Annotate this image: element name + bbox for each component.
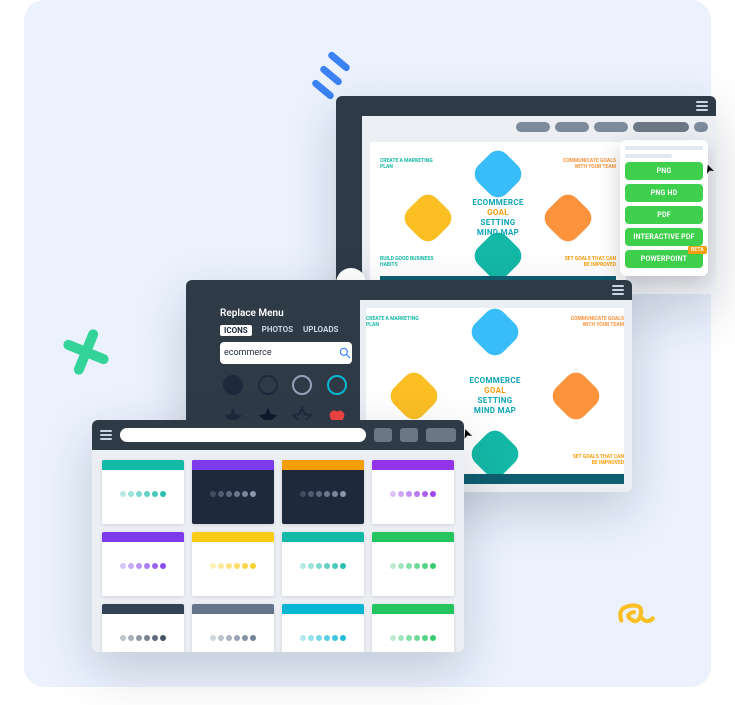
- icon-result-circle-solid[interactable]: [220, 372, 246, 398]
- tab-photos[interactable]: PHOTOS: [262, 325, 293, 336]
- template-card[interactable]: [102, 460, 184, 524]
- mindmap-title: ECOMMERCE GOAL SETTING MIND MAP: [469, 376, 520, 416]
- download-option-powerpoint[interactable]: POWERPOINT: [625, 250, 703, 268]
- mindmap-title: ECOMMERCE GOAL SETTING MIND MAP: [472, 198, 523, 238]
- replace-tabs: ICONS PHOTOS UPLOADS: [220, 325, 352, 336]
- icon-search[interactable]: [220, 342, 352, 364]
- decorative-plus: [55, 321, 117, 383]
- menu-placeholder-line: [625, 146, 703, 150]
- decorative-squiggle: [615, 589, 657, 631]
- mindmap-label-bottom-right: SET GOALS THAT CAN BE IMPROVED: [560, 256, 616, 268]
- template-card[interactable]: [372, 604, 454, 652]
- toolbar-button[interactable]: [426, 428, 456, 442]
- template-gallery-window: [92, 420, 464, 652]
- icon-result-circle-outline-light[interactable]: [289, 372, 315, 398]
- window-titlebar: [92, 420, 464, 450]
- mindmap-label-top-right: COMMUNICATE GOALS WITH YOUR TEAM: [568, 316, 624, 328]
- mindmap-label-bottom-left: BUILD GOOD BUSINESS HABITS: [380, 256, 436, 268]
- icon-result-circle-outline[interactable]: [255, 372, 281, 398]
- replace-panel-title: Replace Menu: [220, 308, 352, 319]
- toolbar-pill[interactable]: [594, 122, 628, 132]
- toolbar-button[interactable]: [400, 428, 418, 442]
- hamburger-icon[interactable]: [100, 430, 112, 440]
- download-option-interactive-pdf[interactable]: INTERACTIVE PDF: [625, 228, 703, 246]
- editor-toolbar: [516, 122, 708, 132]
- template-card[interactable]: [282, 604, 364, 652]
- toolbar-pill[interactable]: [555, 122, 589, 132]
- template-card[interactable]: [192, 460, 274, 524]
- template-card[interactable]: [192, 604, 274, 652]
- mindmap-design: ECOMMERCE GOAL SETTING MIND MAP CREATE A…: [380, 150, 616, 286]
- toolbar-pill[interactable]: [516, 122, 550, 132]
- download-button[interactable]: [633, 122, 689, 132]
- tab-uploads[interactable]: UPLOADS: [303, 325, 338, 336]
- petal-right: [540, 190, 597, 247]
- illustration-stage: ECOMMERCE GOAL SETTING MIND MAP CREATE A…: [24, 0, 711, 687]
- download-option-png-hd[interactable]: PNG HD: [625, 184, 703, 202]
- editor-download-window: ECOMMERCE GOAL SETTING MIND MAP CREATE A…: [336, 96, 716, 294]
- template-card[interactable]: [372, 460, 454, 524]
- petal-top: [470, 146, 527, 203]
- download-option-pdf[interactable]: PDF: [625, 206, 703, 224]
- mindmap-label-top-left: CREATE A MARKETING PLAN: [380, 158, 436, 170]
- template-grid: [92, 450, 464, 652]
- toolbar-button[interactable]: [374, 428, 392, 442]
- menu-placeholder-line: [625, 154, 672, 158]
- download-menu: PNG PNG HD PDF INTERACTIVE PDF POWERPOIN…: [620, 140, 708, 276]
- editor-canvas[interactable]: ECOMMERCE GOAL SETTING MIND MAP CREATE A…: [370, 142, 626, 294]
- template-card[interactable]: [282, 460, 364, 524]
- toolbar-pill[interactable]: [694, 122, 708, 132]
- search-input[interactable]: [224, 348, 338, 358]
- mindmap-label-top-right: COMMUNICATE GOALS WITH YOUR TEAM: [560, 158, 616, 170]
- window-titlebar: [186, 280, 632, 300]
- template-card[interactable]: [192, 532, 274, 596]
- template-card[interactable]: [372, 532, 454, 596]
- hamburger-icon[interactable]: [696, 101, 708, 111]
- mindmap-label-top-left: CREATE A MARKETING PLAN: [366, 316, 422, 328]
- icon-result-circle-outline-cyan[interactable]: [324, 372, 350, 398]
- decorative-dashes: [314, 58, 358, 94]
- template-card[interactable]: [102, 604, 184, 652]
- petal-left: [386, 368, 443, 425]
- mindmap-label-bottom-right: SET GOALS THAT CAN BE IMPROVED: [568, 454, 624, 466]
- tab-icons[interactable]: ICONS: [220, 325, 252, 336]
- petal-top: [467, 304, 524, 361]
- petal-right: [548, 368, 605, 425]
- search-icon[interactable]: [338, 345, 352, 361]
- gallery-search-input[interactable]: [120, 428, 366, 442]
- template-card[interactable]: [102, 532, 184, 596]
- hamburger-icon[interactable]: [612, 285, 624, 295]
- window-titlebar: [336, 96, 716, 116]
- template-card[interactable]: [282, 532, 364, 596]
- petal-left: [400, 190, 457, 247]
- download-option-png[interactable]: PNG: [625, 162, 703, 180]
